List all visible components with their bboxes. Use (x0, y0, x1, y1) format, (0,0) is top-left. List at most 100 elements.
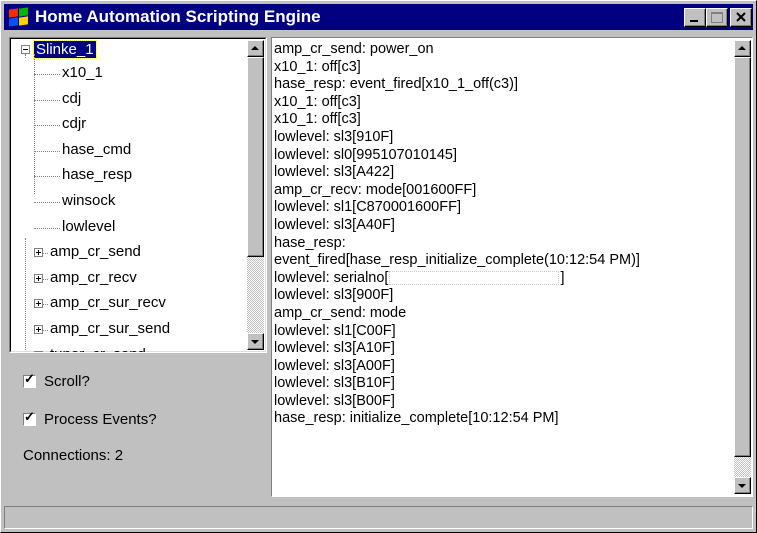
log-line: lowlevel: sl1[C870001600FF] (274, 199, 732, 217)
log-line: lowlevel: sl1[C00F] (274, 323, 732, 341)
status-bar (4, 506, 753, 529)
log-lines: amp_cr_send: power_on x10_1: off[c3] hase_… (274, 41, 732, 428)
tree-item[interactable]: amp_cr_recv (50, 269, 137, 287)
expand-icon[interactable] (34, 325, 43, 334)
log-line-text: lowlevel: sl3[A00F] (274, 357, 395, 374)
tree-item[interactable]: winsock (62, 192, 115, 210)
log-line-text: hase_resp: (274, 234, 346, 251)
log-line: hase_resp: (274, 235, 732, 253)
scroll-checkbox[interactable]: ✓ (23, 371, 36, 388)
tree-item[interactable]: amp_cr_sur_recv (50, 294, 166, 312)
log-line: lowlevel: serialno[] (274, 270, 732, 288)
tree-item[interactable]: lowlevel (62, 218, 115, 236)
log-scrollbar[interactable] (734, 40, 751, 494)
tree-connector (43, 253, 48, 255)
expand-icon[interactable] (34, 273, 43, 283)
check-icon: ✓ (24, 371, 35, 386)
tree-item[interactable]: cdj (62, 90, 81, 108)
tree-item[interactable]: hase_resp (62, 166, 132, 184)
tree-connector (34, 227, 60, 229)
log-line-suffix: ] (560, 269, 565, 286)
tree-scroll-up-button[interactable] (247, 40, 264, 57)
process-events-checkbox-row[interactable]: ✓ Process Events? (23, 409, 157, 428)
tree-item[interactable]: cdjr (62, 115, 86, 133)
tree-item[interactable]: amp_cr_sur_send (50, 320, 170, 338)
log-scroll-thumb[interactable] (734, 57, 751, 457)
tree-scrollbar[interactable] (247, 40, 264, 350)
log-line: lowlevel: sl3[B10F] (274, 375, 732, 393)
log-line: amp_cr_send: power_on (274, 41, 732, 59)
scroll-checkbox-row[interactable]: ✓ Scroll? (23, 371, 90, 390)
tree-scroll-thumb[interactable] (247, 57, 264, 257)
tree-connector (25, 54, 26, 58)
arrow-up-icon (251, 46, 259, 50)
connections-count: Connections: 2 (23, 447, 124, 464)
log-line: hase_resp: event_fired[x10_1_off(c3)] (274, 76, 732, 94)
check-icon: ✓ (24, 409, 35, 424)
close-icon (736, 12, 746, 22)
process-events-checkbox[interactable]: ✓ (23, 409, 36, 426)
arrow-down-icon (738, 484, 746, 488)
event-log[interactable]: amp_cr_send: power_on x10_1: off[c3] hase_… (271, 37, 753, 497)
log-line-text: lowlevel: sl3[900F] (274, 287, 394, 304)
tree-scroll-down-button[interactable] (247, 333, 264, 350)
log-line-text: x10_1: off[c3] (274, 111, 361, 128)
expand-icon[interactable] (34, 350, 43, 352)
maximize-icon (711, 12, 723, 23)
expand-icon[interactable] (34, 299, 43, 309)
log-line: lowlevel: sl3[B00F] (274, 393, 732, 411)
tree-connector (34, 125, 60, 127)
tree-connector (34, 74, 60, 75)
main-window: Home Automation Scripting Engine Slinke_… (0, 0, 757, 533)
log-line: event_fired[hase_resp_initialize_complet… (274, 252, 732, 270)
tree-item[interactable]: amp_cr_send (50, 243, 141, 261)
log-line: lowlevel: sl3[A422] (274, 164, 732, 182)
window-title: Home Automation Scripting Engine (35, 7, 321, 26)
tree-connector (34, 202, 60, 203)
log-line: amp_cr_send: mode (274, 305, 732, 323)
process-events-checkbox-label: Process Events? (44, 411, 157, 428)
tree-connector (34, 99, 60, 101)
tree-item[interactable]: tuner_cr_send (50, 346, 146, 352)
maximize-button[interactable] (706, 8, 728, 27)
title-bar[interactable]: Home Automation Scripting Engine (4, 4, 753, 30)
log-line-text: amp_cr_send: mode (274, 304, 407, 321)
log-line: amp_cr_recv: mode[001600FF] (274, 182, 732, 200)
tree-connector (25, 238, 26, 350)
log-line-text: amp_cr_recv: mode[001600FF] (274, 181, 477, 198)
log-line-text: lowlevel: sl3[A422] (274, 164, 395, 181)
log-line-text: hase_resp: initialize_complete[10:12:54 … (274, 410, 559, 427)
tree-item[interactable]: hase_cmd (62, 141, 131, 159)
tree-connector (34, 176, 60, 178)
log-line-text: event_fired[hase_resp_initialize_complet… (274, 252, 640, 269)
close-button[interactable] (730, 8, 752, 27)
tree-item[interactable]: x10_1 (62, 64, 103, 82)
log-line: lowlevel: sl3[900F] (274, 287, 732, 305)
log-line-text: lowlevel: serialno[ (274, 269, 389, 286)
windows-logo-icon (7, 7, 29, 27)
log-line-text: amp_cr_send: power_on (274, 41, 434, 57)
log-scroll-down-button[interactable] (734, 477, 751, 494)
tree-connector (43, 304, 48, 306)
tree-connector (34, 150, 60, 152)
log-line: lowlevel: sl3[910F] (274, 129, 732, 147)
log-scroll-up-button[interactable] (734, 40, 751, 57)
arrow-down-icon (251, 340, 259, 344)
log-line-text: lowlevel: sl3[B00F] (274, 392, 395, 409)
log-line: lowlevel: sl3[A10F] (274, 340, 732, 358)
minimize-icon (690, 20, 698, 22)
expand-icon[interactable] (34, 248, 43, 258)
log-line: lowlevel: sl0[995107010145] (274, 147, 732, 165)
minimize-button[interactable] (684, 8, 706, 27)
collapse-icon[interactable] (21, 45, 30, 54)
tree-root[interactable]: Slinke_1 (33, 40, 97, 59)
log-line-text: x10_1: off[c3] (274, 93, 361, 110)
log-line: lowlevel: sl3[A00F] (274, 358, 732, 376)
log-line: x10_1: off[c3] (274, 111, 732, 129)
device-tree[interactable]: Slinke_1 x10_1cdj cdjr hase_cmd hase_respwi… (9, 37, 267, 353)
tree-root-label: Slinke_1 (33, 40, 97, 59)
tree-connector (34, 54, 35, 194)
log-line-text: x10_1: off[c3] (274, 58, 361, 75)
log-line-text: lowlevel: sl1[C00F] (274, 322, 396, 339)
log-line-text: lowlevel: sl3[A10F] (274, 340, 395, 357)
